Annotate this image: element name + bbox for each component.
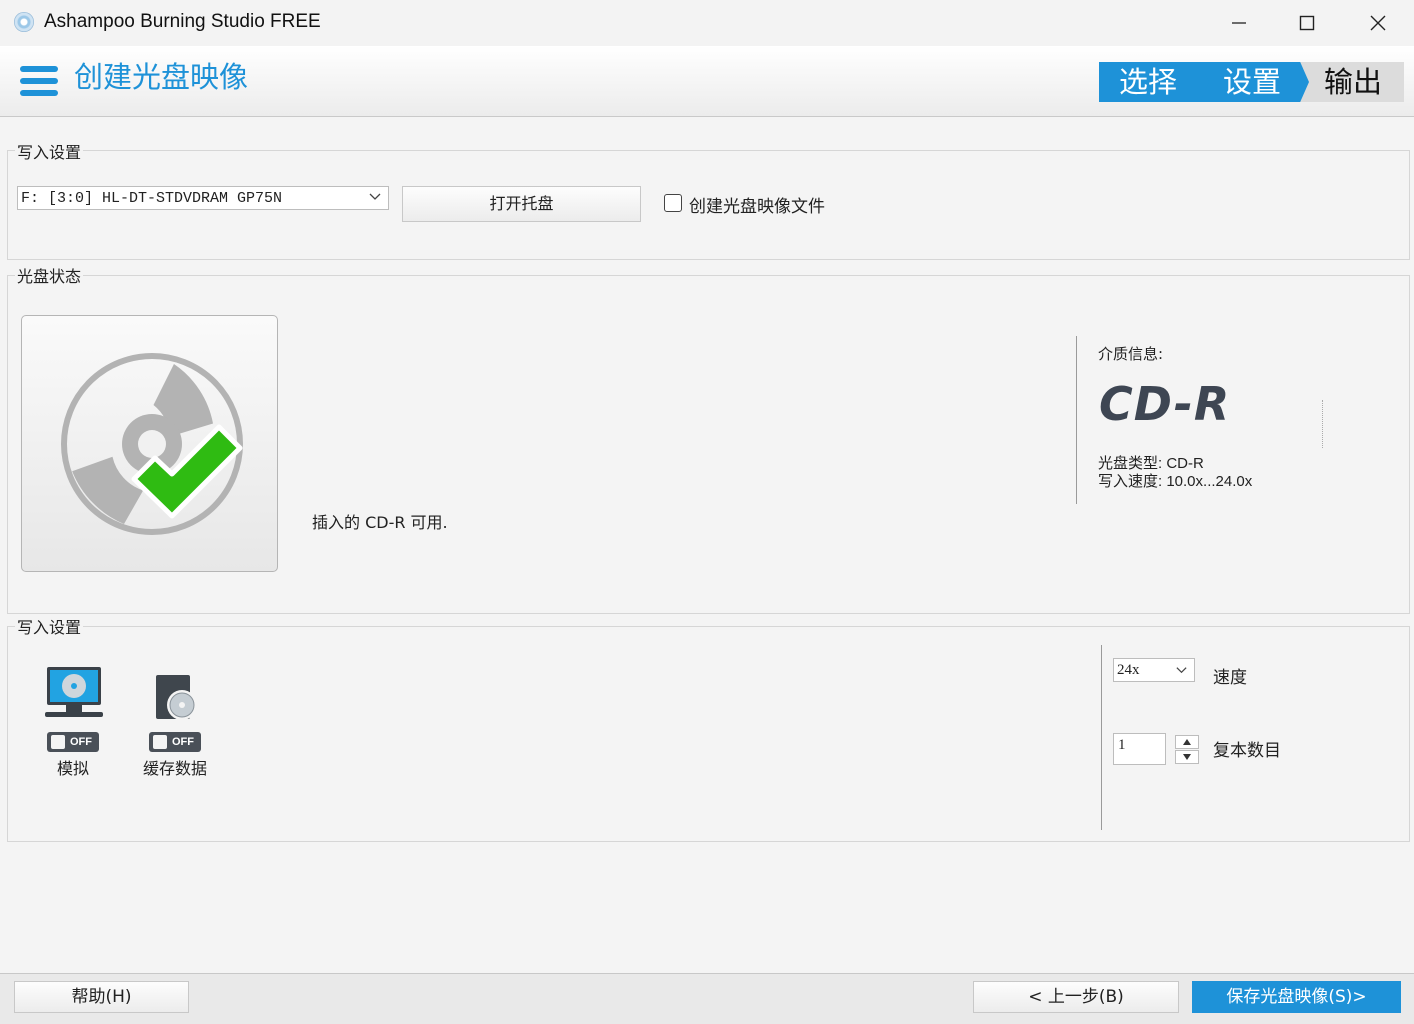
- media-dotted-divider: [1322, 400, 1323, 448]
- step-select[interactable]: 选择: [1099, 62, 1209, 102]
- speed-select[interactable]: 24x: [1113, 658, 1195, 682]
- write-options-group: [7, 626, 1410, 842]
- copies-label: 复本数目: [1213, 741, 1281, 761]
- save-image-button[interactable]: 保存光盘映像(S)>: [1192, 981, 1401, 1013]
- monitor-disc-icon: [45, 667, 103, 717]
- simulate-toggle[interactable]: OFF: [47, 732, 99, 752]
- create-image-checkbox[interactable]: [664, 194, 682, 212]
- copies-increment-button[interactable]: [1175, 735, 1199, 749]
- copies-decrement-button[interactable]: [1175, 750, 1199, 764]
- disc-status-message: 插入的 CD-R 可用.: [312, 513, 448, 532]
- chevron-down-icon: [1176, 667, 1187, 674]
- page-header: 创建光盘映像 输出 设置 选择: [0, 46, 1414, 117]
- buffer-data-toggle[interactable]: OFF: [149, 732, 201, 752]
- help-button[interactable]: 帮助(H): [14, 981, 189, 1013]
- create-image-checkbox-label[interactable]: 创建光盘映像文件: [689, 192, 825, 217]
- maximize-button[interactable]: [1272, 0, 1342, 46]
- step-output[interactable]: 输出: [1297, 62, 1404, 102]
- page-title: 创建光盘映像: [74, 60, 249, 94]
- close-button[interactable]: [1343, 0, 1413, 46]
- drive-disc-icon: [156, 675, 197, 720]
- copies-input[interactable]: 1: [1113, 733, 1166, 765]
- hamburger-menu-icon[interactable]: [20, 66, 58, 100]
- speed-divider: [1101, 645, 1102, 830]
- speed-select-value: 24x: [1117, 662, 1140, 678]
- window-title: Ashampoo Burning Studio FREE: [44, 11, 321, 32]
- step-settings[interactable]: 设置: [1199, 62, 1309, 102]
- arrow-up-icon: [1183, 739, 1191, 745]
- maximize-icon: [1299, 15, 1315, 31]
- wizard-steps: 输出 设置 选择: [1099, 62, 1404, 102]
- arrow-down-icon: [1183, 754, 1191, 760]
- media-info-divider: [1076, 336, 1077, 504]
- write-settings-legend: 写入设置: [15, 139, 84, 163]
- minimize-button[interactable]: [1204, 0, 1274, 46]
- app-logo-icon: [14, 12, 34, 32]
- drive-select[interactable]: F: [3:0] HL-DT-STDVDRAM GP75N: [17, 186, 389, 210]
- simulate-label: 模拟: [57, 759, 90, 778]
- disc-status-panel: [21, 315, 278, 572]
- open-tray-button[interactable]: 打开托盘: [402, 186, 641, 222]
- speed-label: 速度: [1213, 668, 1247, 688]
- write-speed-text: 写入速度: 10.0x...24.0x: [1098, 473, 1253, 490]
- drive-select-value: F: [3:0] HL-DT-STDVDRAM GP75N: [21, 190, 283, 207]
- buffer-data-label: 缓存数据: [143, 759, 208, 778]
- disc-status-legend: 光盘状态: [15, 263, 84, 287]
- title-bar: Ashampoo Burning Studio FREE: [0, 0, 1414, 46]
- back-button[interactable]: < 上一步(B): [973, 981, 1179, 1013]
- write-options-legend: 写入设置: [15, 614, 84, 638]
- media-info-label: 介质信息:: [1098, 345, 1164, 363]
- close-icon: [1370, 15, 1386, 31]
- minimize-icon: [1232, 22, 1246, 24]
- disc-ok-icon: [61, 353, 243, 535]
- media-type-large: CD-R: [1099, 377, 1231, 431]
- chevron-down-icon: [369, 193, 381, 200]
